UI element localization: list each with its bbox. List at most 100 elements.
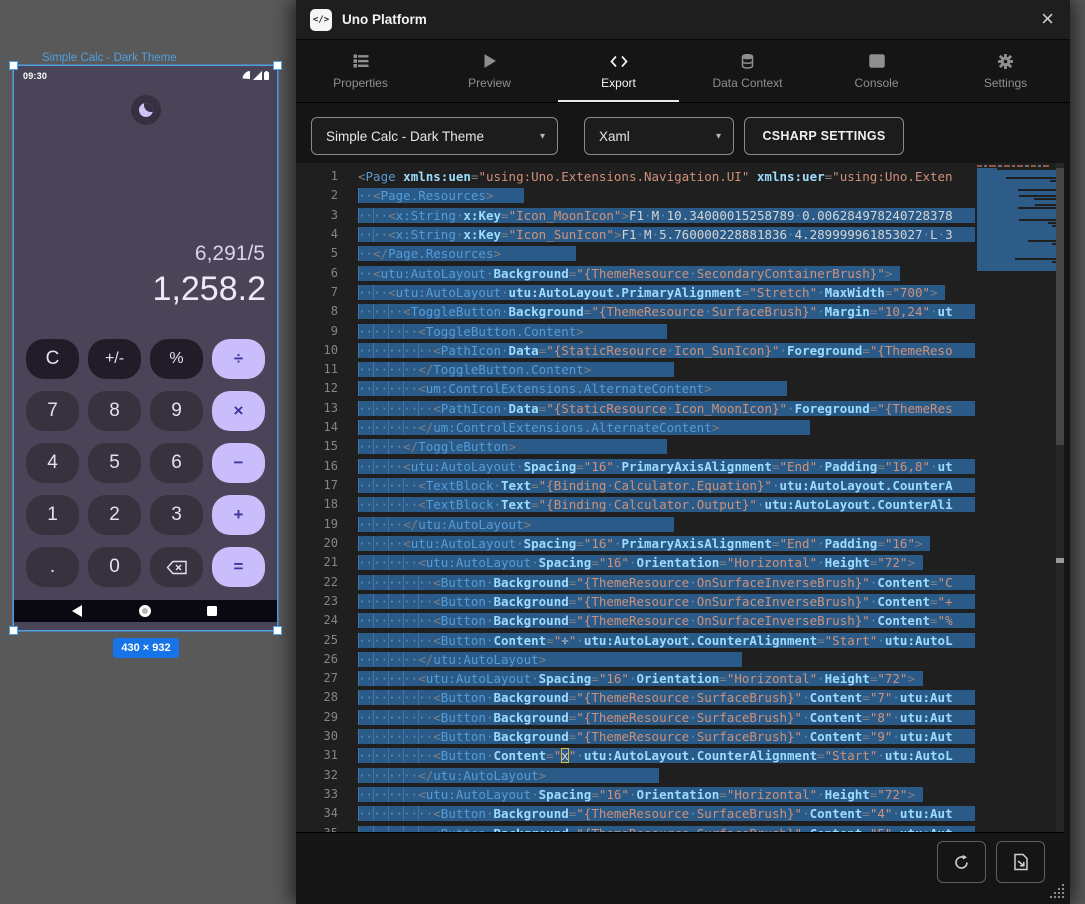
calc-key-+/-[interactable]: +/-: [88, 339, 141, 379]
code-line-7[interactable]: ····<utu:AutoLayout·utu:AutoLayout.Prima…: [358, 283, 975, 302]
calc-key-−[interactable]: −: [212, 443, 265, 483]
resize-handle-sw[interactable]: [9, 626, 18, 635]
code-line-31[interactable]: ··········<Button·Content="x"·utu:AutoLa…: [358, 746, 975, 765]
code-line-13[interactable]: ··········<PathIcon·Data="{StaticResourc…: [358, 399, 975, 418]
code-line-6[interactable]: ··<utu:AutoLayout·Background="{ThemeReso…: [358, 264, 975, 283]
calc-key-4[interactable]: 4: [26, 443, 79, 483]
calc-key-7[interactable]: 7: [26, 391, 79, 431]
line-number: 16: [296, 457, 338, 476]
calc-key-1[interactable]: 1: [26, 495, 79, 535]
format-select-dropdown[interactable]: Xaml ▾: [584, 117, 734, 155]
code-lines[interactable]: <Page xmlns:uen="using:Uno.Extensions.Na…: [358, 167, 975, 833]
code-line-15[interactable]: ······</ToggleButton>: [358, 437, 975, 456]
code-line-23[interactable]: ··········<Button·Background="{ThemeReso…: [358, 592, 975, 611]
calc-key-C[interactable]: C: [26, 339, 79, 379]
gear-icon: [998, 52, 1013, 70]
calc-key-%[interactable]: %: [150, 339, 203, 379]
resize-handle-ne[interactable]: [273, 61, 282, 70]
code-line-18[interactable]: ········<TextBlock·Text="{Binding·Calcul…: [358, 495, 975, 514]
code-line-8[interactable]: ······<ToggleButton·Background="{ThemeRe…: [358, 302, 975, 321]
code-line-32[interactable]: ········</utu:AutoLayout>: [358, 766, 975, 785]
list-icon: [353, 52, 369, 70]
resize-grip[interactable]: [1048, 882, 1066, 900]
calc-key-3[interactable]: 3: [150, 495, 203, 535]
calc-key-÷[interactable]: ÷: [212, 339, 265, 379]
tab-console[interactable]: Console: [812, 40, 941, 102]
code-line-12[interactable]: ········<um:ControlExtensions.AlternateC…: [358, 379, 975, 398]
tab-properties[interactable]: Properties: [296, 40, 425, 102]
tab-label: Export: [601, 76, 636, 90]
code-line-22[interactable]: ··········<Button·Background="{ThemeReso…: [358, 573, 975, 592]
code-line-11[interactable]: ········</ToggleButton.Content>: [358, 360, 975, 379]
line-number: 35: [296, 824, 338, 833]
code-line-29[interactable]: ··········<Button·Background="{ThemeReso…: [358, 708, 975, 727]
calc-key-2[interactable]: 2: [88, 495, 141, 535]
code-line-28[interactable]: ··········<Button·Background="{ThemeReso…: [358, 688, 975, 707]
calc-key-+[interactable]: +: [212, 495, 265, 535]
code-line-33[interactable]: ········<utu:AutoLayout·Spacing="16"·Ori…: [358, 785, 975, 804]
code-editor[interactable]: 1234567891011121314151617181920212223242…: [296, 163, 1064, 833]
export-file-icon: [1013, 853, 1029, 871]
minimap-stripe: [997, 168, 1056, 170]
calc-key-6[interactable]: 6: [150, 443, 203, 483]
code-line-21[interactable]: ········<utu:AutoLayout·Spacing="16"·Ori…: [358, 553, 975, 572]
minimap-speck: [1012, 165, 1015, 167]
calculator-artboard[interactable]: 09:30 6,291/5 1,258.2 C+/-%÷789×456−123+…: [14, 66, 277, 630]
calc-key-×[interactable]: ×: [212, 391, 265, 431]
recents-icon[interactable]: [207, 606, 217, 616]
code-line-35[interactable]: ··········<Button·Background="{ThemeReso…: [358, 824, 975, 833]
code-line-17[interactable]: ········<TextBlock·Text="{Binding·Calcul…: [358, 476, 975, 495]
export-file-button[interactable]: [996, 841, 1045, 883]
minimap[interactable]: [977, 163, 1056, 833]
resize-handle-se[interactable]: [273, 626, 282, 635]
tab-export[interactable]: Export: [554, 40, 683, 102]
plugin-footer: [296, 834, 1070, 904]
code-line-24[interactable]: ··········<Button·Background="{ThemeReso…: [358, 611, 975, 630]
tab-data-context[interactable]: Data Context: [683, 40, 812, 102]
line-number: 19: [296, 515, 338, 534]
calc-key-9[interactable]: 9: [150, 391, 203, 431]
terminal-icon: [869, 52, 885, 70]
csharp-settings-button[interactable]: CSHARP SETTINGS: [744, 117, 904, 155]
code-line-14[interactable]: ········</um:ControlExtensions.Alternate…: [358, 418, 975, 437]
code-line-34[interactable]: ··········<Button·Background="{ThemeReso…: [358, 804, 975, 823]
close-icon[interactable]: ×: [1041, 6, 1054, 32]
status-time: 09:30: [23, 71, 47, 81]
calc-key-0[interactable]: 0: [88, 547, 141, 587]
design-canvas[interactable]: Simple Calc - Dark Theme 09:30 6,291/5 1…: [0, 0, 1085, 904]
scrollbar-thumb[interactable]: [1056, 168, 1064, 445]
phone-statusbar: 09:30: [14, 66, 277, 82]
code-line-30[interactable]: ··········<Button·Background="{ThemeReso…: [358, 727, 975, 746]
code-line-25[interactable]: ··········<Button·Content="÷"·utu:AutoLa…: [358, 631, 975, 650]
tab-preview[interactable]: Preview: [425, 40, 554, 102]
resize-handle-nw[interactable]: [9, 61, 18, 70]
calc-key-=[interactable]: =: [212, 547, 265, 587]
code-line-19[interactable]: ······</utu:AutoLayout>: [358, 515, 975, 534]
minimap-stripe: [1018, 207, 1056, 209]
code-line-20[interactable]: ······<utu:AutoLayout·Spacing="16"·Prima…: [358, 534, 975, 553]
artboard-label[interactable]: Simple Calc - Dark Theme: [42, 52, 177, 64]
code-line-16[interactable]: ······<utu:AutoLayout·Spacing="16"·Prima…: [358, 457, 975, 476]
code-line-4[interactable]: ····<x:String·x:Key="Icon_SunIcon">F1·M·…: [358, 225, 975, 244]
theme-select-value: Simple Calc - Dark Theme: [326, 129, 484, 144]
code-line-2[interactable]: ··<Page.Resources>: [358, 186, 975, 205]
calc-key-.[interactable]: .: [26, 547, 79, 587]
calc-key-8[interactable]: 8: [88, 391, 141, 431]
refresh-button[interactable]: [937, 841, 986, 883]
tab-settings[interactable]: Settings: [941, 40, 1070, 102]
theme-select-dropdown[interactable]: Simple Calc - Dark Theme ▾: [311, 117, 558, 155]
editor-scrollbar[interactable]: [1056, 163, 1064, 833]
code-line-9[interactable]: ········<ToggleButton.Content>: [358, 322, 975, 341]
theme-toggle-button[interactable]: [131, 95, 161, 125]
back-icon[interactable]: [72, 605, 82, 617]
home-icon[interactable]: [139, 605, 151, 617]
code-line-27[interactable]: ········<utu:AutoLayout·Spacing="16"·Ori…: [358, 669, 975, 688]
code-line-5[interactable]: ··</Page.Resources>: [358, 244, 975, 263]
calc-key-backspace[interactable]: [150, 547, 203, 587]
code-line-10[interactable]: ··········<PathIcon·Data="{StaticResourc…: [358, 341, 975, 360]
line-number: 21: [296, 553, 338, 572]
code-line-3[interactable]: ····<x:String·x:Key="Icon_MoonIcon">F1·M…: [358, 206, 975, 225]
code-line-26[interactable]: ········</utu:AutoLayout>: [358, 650, 975, 669]
calc-key-5[interactable]: 5: [88, 443, 141, 483]
code-line-1[interactable]: <Page xmlns:uen="using:Uno.Extensions.Na…: [358, 167, 975, 186]
